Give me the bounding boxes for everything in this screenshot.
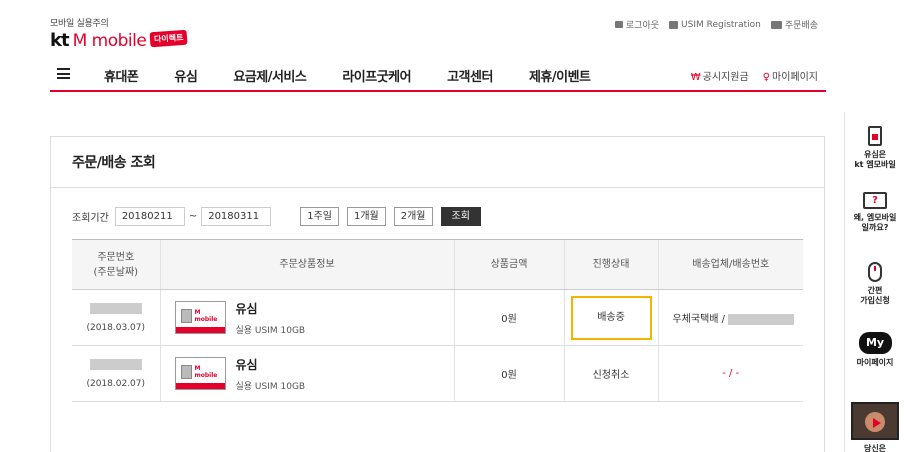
- search-bar: 조회기간 ~ 1주일 1개월 2개월 조회: [72, 207, 481, 226]
- logo-direct-badge: 다이렉트: [149, 29, 189, 48]
- end-date-input[interactable]: [201, 207, 272, 226]
- search-button[interactable]: 조회: [440, 207, 481, 226]
- quick-item-easy-signup[interactable]: 간편 가입신청: [845, 262, 904, 306]
- subsidy-link[interactable]: ₩ 공시지원금: [691, 68, 749, 83]
- header-amount: 상품금액: [453, 239, 564, 290]
- table-row[interactable]: (2018.03.07) M mobile 유심 실용 USIM 10GB 0원…: [72, 289, 803, 346]
- mouse-icon: [868, 262, 882, 282]
- order-date: (2018.02.07): [86, 378, 146, 389]
- quick-item-usim[interactable]: 유심은 kt 엠모바일: [845, 126, 904, 170]
- masked-order-number: [89, 358, 142, 370]
- product-desc: 실용 USIM 10GB: [235, 381, 306, 392]
- header-order-no: 주문번호 (주문날짜): [72, 239, 160, 290]
- carrier-cell: 우체국택배 /: [657, 289, 803, 346]
- usim-card-thumbnail: M mobile: [174, 357, 226, 390]
- period-label: 조회기간: [72, 213, 109, 224]
- page-title: 주문/배송 조회: [72, 155, 156, 171]
- truck-icon: [770, 20, 782, 29]
- quick-menu: 유심은 kt 엠모바일 ? 왜, 엠모바일 일까요? 간편 가입신청 My 마이…: [844, 112, 904, 452]
- nav-item-usim[interactable]: 유심: [174, 66, 197, 85]
- won-icon: ₩: [690, 72, 701, 83]
- my-icon: My: [858, 332, 892, 354]
- product-name: 유심: [235, 357, 258, 372]
- start-date-input[interactable]: [114, 207, 185, 226]
- logo-mobile: M mobile: [72, 31, 147, 51]
- product-desc: 실용 USIM 10GB: [235, 325, 306, 336]
- table-row[interactable]: (2018.02.07) M mobile 유심 실용 USIM 10GB 0원…: [72, 345, 803, 402]
- video-thumbnail-icon: [851, 402, 899, 440]
- sim-chip-icon: [180, 365, 192, 379]
- quick-item-mypage[interactable]: My 마이페이지: [845, 332, 904, 368]
- mypage-link[interactable]: ♀ 마이페이지: [763, 68, 818, 83]
- masked-order-number: [89, 302, 142, 314]
- nav-item-customer-center[interactable]: 고객센터: [447, 66, 493, 85]
- status-badge: 배송중: [570, 295, 652, 340]
- status-cell: 배송중: [563, 289, 658, 346]
- amount-cell: 0원: [453, 289, 564, 346]
- masked-tracking-number: [728, 313, 795, 325]
- period-1week-button[interactable]: 1주일: [300, 207, 339, 226]
- period-1month-button[interactable]: 1개월: [346, 207, 386, 226]
- utility-links: 로그아웃 USIM Registration 주문배송: [614, 18, 818, 31]
- sim-card-icon: [868, 126, 882, 146]
- amount-cell: 0원: [453, 345, 564, 402]
- hamburger-menu-icon[interactable]: [57, 68, 70, 79]
- nav-item-events[interactable]: 제휴/이벤트: [529, 66, 591, 85]
- nav-item-phones[interactable]: 휴대폰: [104, 66, 139, 85]
- usim-card-thumbnail: M mobile: [174, 301, 226, 334]
- period-2month-button[interactable]: 2개월: [393, 207, 433, 226]
- card-icon: [669, 20, 679, 29]
- sim-chip-icon: [180, 309, 192, 323]
- header-status: 진행상태: [563, 239, 658, 290]
- header-product: 주문상품정보: [159, 239, 454, 290]
- logo-slogan: 모바일 실용주의: [50, 19, 109, 29]
- question-monitor-icon: ?: [863, 192, 887, 209]
- logo-kt: kt: [50, 30, 70, 51]
- nav-item-lifecare[interactable]: 라이프굿케어: [342, 66, 411, 85]
- usim-registration-link[interactable]: USIM Registration: [669, 18, 761, 31]
- product-cell: M mobile 유심 실용 USIM 10GB: [159, 345, 454, 402]
- order-no-cell[interactable]: (2018.03.07): [72, 289, 160, 346]
- status-cell: 신청취소: [563, 345, 658, 402]
- table-header-row: 주문번호 (주문날짜) 주문상품정보 상품금액 진행상태 배송업체/배송번호: [72, 239, 803, 290]
- carrier-cell: - / -: [657, 345, 803, 402]
- logout-link[interactable]: 로그아웃: [614, 18, 659, 31]
- product-cell: M mobile 유심 실용 USIM 10GB: [159, 289, 454, 346]
- quick-item-video[interactable]: 당신은: [845, 402, 904, 452]
- nav-item-plans[interactable]: 요금제/서비스: [233, 66, 307, 85]
- main-navigation: 휴대폰 유심 요금제/서비스 라이프굿케어 고객센터 제휴/이벤트 ₩ 공시지원금…: [50, 56, 826, 92]
- order-delivery-link[interactable]: 주문배송: [770, 18, 818, 31]
- orders-table: 주문번호 (주문날짜) 주문상품정보 상품금액 진행상태 배송업체/배송번호 (2…: [72, 239, 803, 402]
- person-icon: ♀: [762, 72, 770, 83]
- order-date: (2018.03.07): [86, 322, 146, 333]
- header-carrier: 배송업체/배송번호: [657, 239, 803, 290]
- order-no-cell[interactable]: (2018.02.07): [72, 345, 160, 402]
- lock-icon: [614, 21, 623, 28]
- order-panel: 주문/배송 조회 조회기간 ~ 1주일 1개월 2개월 조회 주문번호(주문날짜…: [50, 136, 825, 452]
- quick-item-why-mmobile[interactable]: ? 왜, 엠모바일 일까요?: [845, 192, 904, 233]
- divider: [51, 187, 824, 188]
- logo[interactable]: 모바일 실용주의 kt M mobile 다이렉트: [50, 16, 189, 51]
- product-name: 유심: [235, 301, 258, 316]
- tilde: ~: [188, 211, 198, 222]
